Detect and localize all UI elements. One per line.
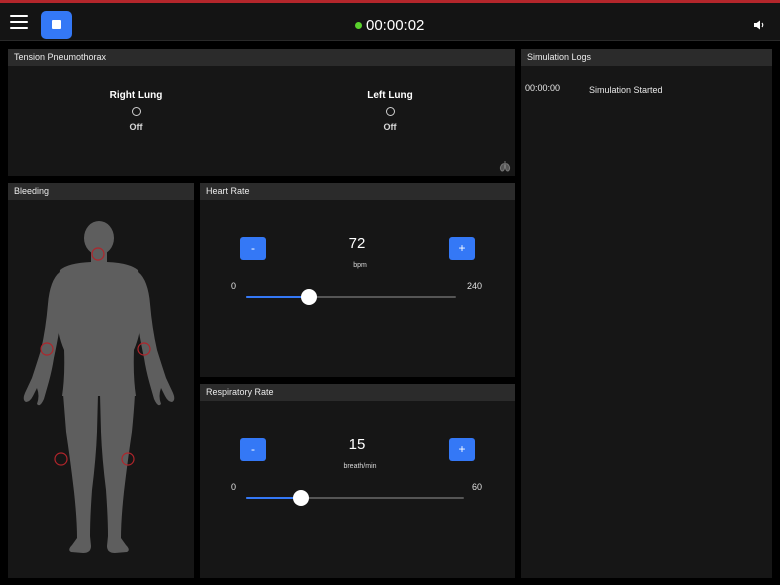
heart-rate-value: 72: [348, 235, 366, 252]
log-entry-message: Simulation Started: [589, 85, 663, 95]
stop-button[interactable]: [41, 11, 72, 39]
body-diagram: [23, 221, 175, 553]
speaker-icon[interactable]: [754, 20, 766, 30]
heart-rate-panel: Heart Rate - 72 bpm + 0 240: [200, 183, 515, 377]
bleeding-site-right-leg[interactable]: [54, 452, 68, 466]
running-status-dot: [355, 21, 362, 29]
menu-icon[interactable]: [10, 15, 28, 29]
heart-rate-min: 0: [231, 281, 237, 291]
stop-icon: [52, 20, 61, 29]
respiratory-rate-increase-button[interactable]: +: [449, 438, 475, 461]
timer-text: 00:00:02: [366, 16, 425, 34]
log-entry-time: 00:00:00: [525, 83, 561, 93]
right-lung-toggle[interactable]: [131, 107, 141, 116]
respiratory-rate-panel: Respiratory Rate - 15 breath/min + 0 60: [200, 384, 515, 578]
tension-pneumothorax-panel: Tension Pneumothorax Right Lung Off Left…: [8, 49, 515, 176]
right-lung-state: Off: [129, 122, 143, 132]
respiratory-rate-decrease-button[interactable]: -: [240, 438, 266, 461]
heart-rate-decrease-button[interactable]: -: [240, 237, 266, 260]
top-bar: 00:00:02: [0, 3, 780, 41]
heart-rate-max: 240: [467, 281, 483, 291]
panel-title: Heart Rate: [200, 183, 515, 200]
simulation-logs-panel: Simulation Logs 00:00:00 Simulation Star…: [521, 49, 772, 578]
lungs-icon: [499, 161, 511, 172]
respiratory-rate-min: 0: [231, 482, 237, 492]
simulation-timer: 00:00:02: [355, 15, 424, 35]
heart-rate-unit: bpm: [353, 262, 367, 269]
left-lung-label: Left Lung: [367, 90, 413, 101]
panel-title: Tension Pneumothorax: [8, 49, 515, 66]
respiratory-rate-value: 15: [348, 436, 366, 453]
body-silhouette: [23, 221, 175, 553]
heart-rate-slider[interactable]: [246, 289, 456, 305]
left-lung-control: Left Lung Off: [345, 90, 435, 132]
respiratory-rate-slider[interactable]: [246, 490, 464, 506]
panel-title: Simulation Logs: [521, 49, 772, 66]
bleeding-panel: Bleeding: [8, 183, 194, 578]
right-lung-label: Right Lung: [109, 90, 163, 101]
left-lung-toggle[interactable]: [385, 107, 395, 116]
panel-title: Bleeding: [8, 183, 194, 200]
respiratory-rate-slider-thumb[interactable]: [293, 490, 309, 506]
respiratory-rate-max: 60: [472, 482, 483, 492]
right-lung-control: Right Lung Off: [91, 90, 181, 132]
respiratory-rate-unit: breath/min: [343, 463, 377, 470]
left-lung-state: Off: [383, 122, 397, 132]
panel-title: Respiratory Rate: [200, 384, 515, 401]
heart-rate-slider-thumb[interactable]: [301, 289, 317, 305]
heart-rate-increase-button[interactable]: +: [449, 237, 475, 260]
heart-rate-slider-fill: [246, 296, 309, 298]
